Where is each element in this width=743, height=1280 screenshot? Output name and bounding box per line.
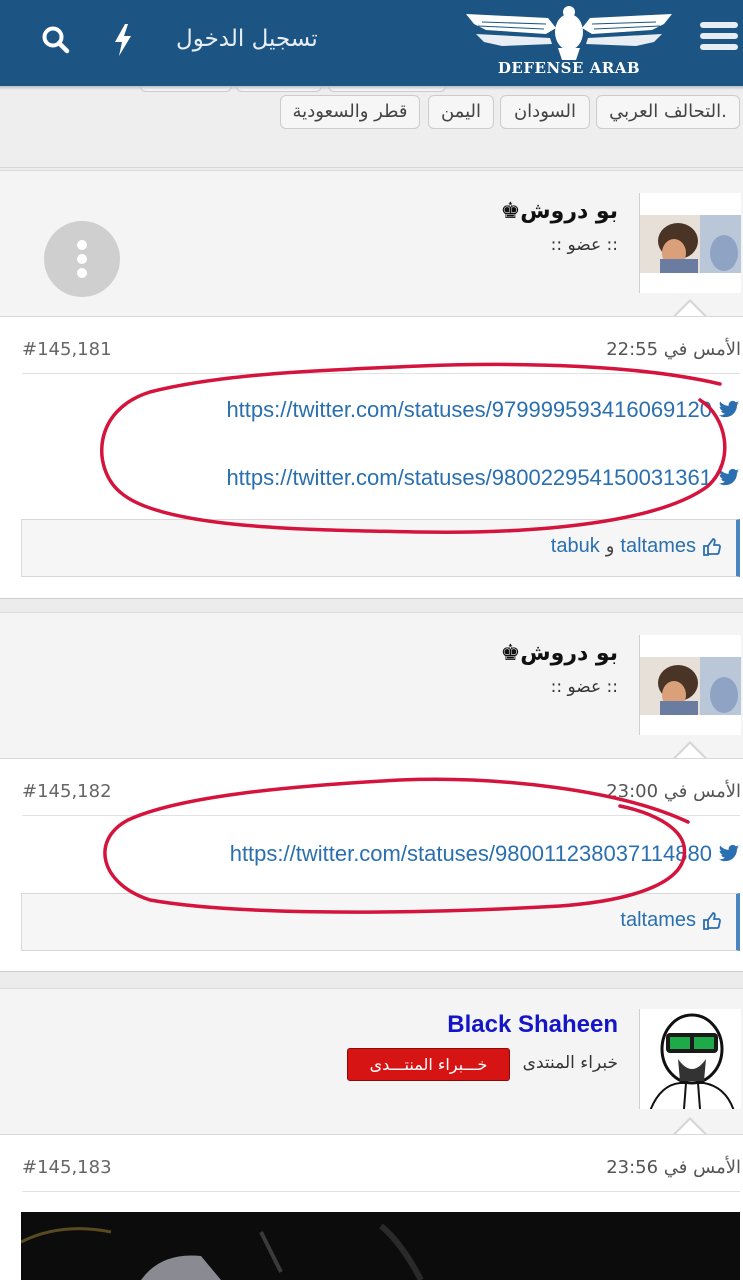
username[interactable]: بو دروش♚	[501, 641, 618, 666]
post-body: الأمس في 22:55 #145,181 https://twitter.…	[0, 316, 743, 599]
divider	[22, 1191, 740, 1192]
post-date: الأمس في 22:55	[606, 339, 741, 360]
hamburger-menu-icon[interactable]	[700, 22, 738, 56]
liker-name[interactable]: taltames	[620, 535, 696, 558]
dark-photo	[21, 1212, 740, 1280]
thread-tags: التحالف العربي. السودان اليمن قطر والسعو…	[0, 82, 743, 168]
avatar-pointer-inner	[675, 744, 705, 759]
tweet-url[interactable]: https://twitter.com/statuses/98002295415…	[226, 465, 712, 491]
thumbs-up-icon	[703, 911, 721, 930]
post-number[interactable]: #145,182	[22, 781, 112, 802]
username[interactable]: بو دروش♚	[501, 199, 618, 224]
post-number[interactable]: #145,181	[22, 339, 112, 360]
site-logo[interactable]: DEFENSE ARAB	[462, 4, 676, 82]
more-options-button[interactable]	[44, 221, 120, 297]
likes-summary: tabuk و taltames	[21, 519, 740, 577]
avatar-image	[640, 193, 741, 293]
likes-summary: taltames	[21, 893, 740, 951]
post-number[interactable]: #145,183	[22, 1157, 112, 1178]
twitter-icon	[718, 844, 740, 862]
tweet-url[interactable]: https://twitter.com/statuses/97999959341…	[226, 397, 712, 423]
liker-name[interactable]: taltames	[620, 909, 696, 932]
user-title: :: عضو ::	[550, 677, 618, 697]
user-title: :: عضو ::	[550, 235, 618, 255]
divider	[22, 373, 740, 374]
avatar-image	[640, 635, 741, 735]
post-date: الأمس في 23:00	[606, 781, 741, 802]
post-date: الأمس في 23:56	[606, 1157, 741, 1178]
login-link[interactable]: تسجيل الدخول	[176, 26, 318, 52]
avatar[interactable]	[639, 1009, 741, 1109]
tag-qatar-saudi[interactable]: قطر والسعودية	[280, 95, 420, 129]
avatar[interactable]	[639, 635, 741, 735]
username[interactable]: Black Shaheen	[447, 1011, 618, 1039]
thumbs-up-icon	[703, 537, 721, 556]
post-image[interactable]	[21, 1212, 740, 1280]
post-body: الأمس في 23:00 #145,182 https://twitter.…	[0, 758, 743, 972]
twitter-icon	[718, 468, 740, 486]
eagle-logo-icon	[466, 6, 672, 60]
tweet-url[interactable]: https://twitter.com/statuses/98001123803…	[230, 841, 712, 867]
tweet-link[interactable]: https://twitter.com/statuses/97999959341…	[226, 397, 740, 423]
tag-yemen[interactable]: اليمن	[428, 95, 494, 129]
tag-sudan[interactable]: السودان	[500, 95, 590, 129]
header-shadow	[0, 86, 743, 90]
avatar-pointer-inner	[675, 1120, 705, 1135]
post-author-bar: بو دروش♚ :: عضو ::	[0, 612, 743, 759]
post-author-bar: Black Shaheen خبراء المنتدى خـــبراء الم…	[0, 988, 743, 1135]
tweet-link[interactable]: https://twitter.com/statuses/98001123803…	[230, 841, 740, 867]
avatar-pointer-inner	[675, 302, 705, 317]
user-title: خبراء المنتدى	[522, 1053, 618, 1073]
post-author-bar: بو دروش♚ :: عضو ::	[0, 170, 743, 317]
liker-name[interactable]: tabuk	[551, 535, 600, 558]
bolt-icon[interactable]	[110, 22, 136, 58]
likes-conjunction: و	[605, 536, 615, 557]
tweet-link[interactable]: https://twitter.com/statuses/98002295415…	[226, 465, 740, 491]
divider	[22, 815, 740, 816]
pilot-avatar-image	[640, 1009, 741, 1109]
rank-badge: خـــبراء المنتـــدى	[347, 1048, 510, 1081]
search-icon[interactable]	[40, 24, 72, 56]
avatar[interactable]	[639, 193, 741, 293]
app-header: تسجيل الدخول DEFENSE ARAB	[0, 0, 743, 86]
logo-text: DEFENSE ARAB	[497, 59, 641, 77]
tag-arab-coalition[interactable]: التحالف العربي.	[596, 95, 740, 129]
twitter-icon	[718, 400, 740, 418]
